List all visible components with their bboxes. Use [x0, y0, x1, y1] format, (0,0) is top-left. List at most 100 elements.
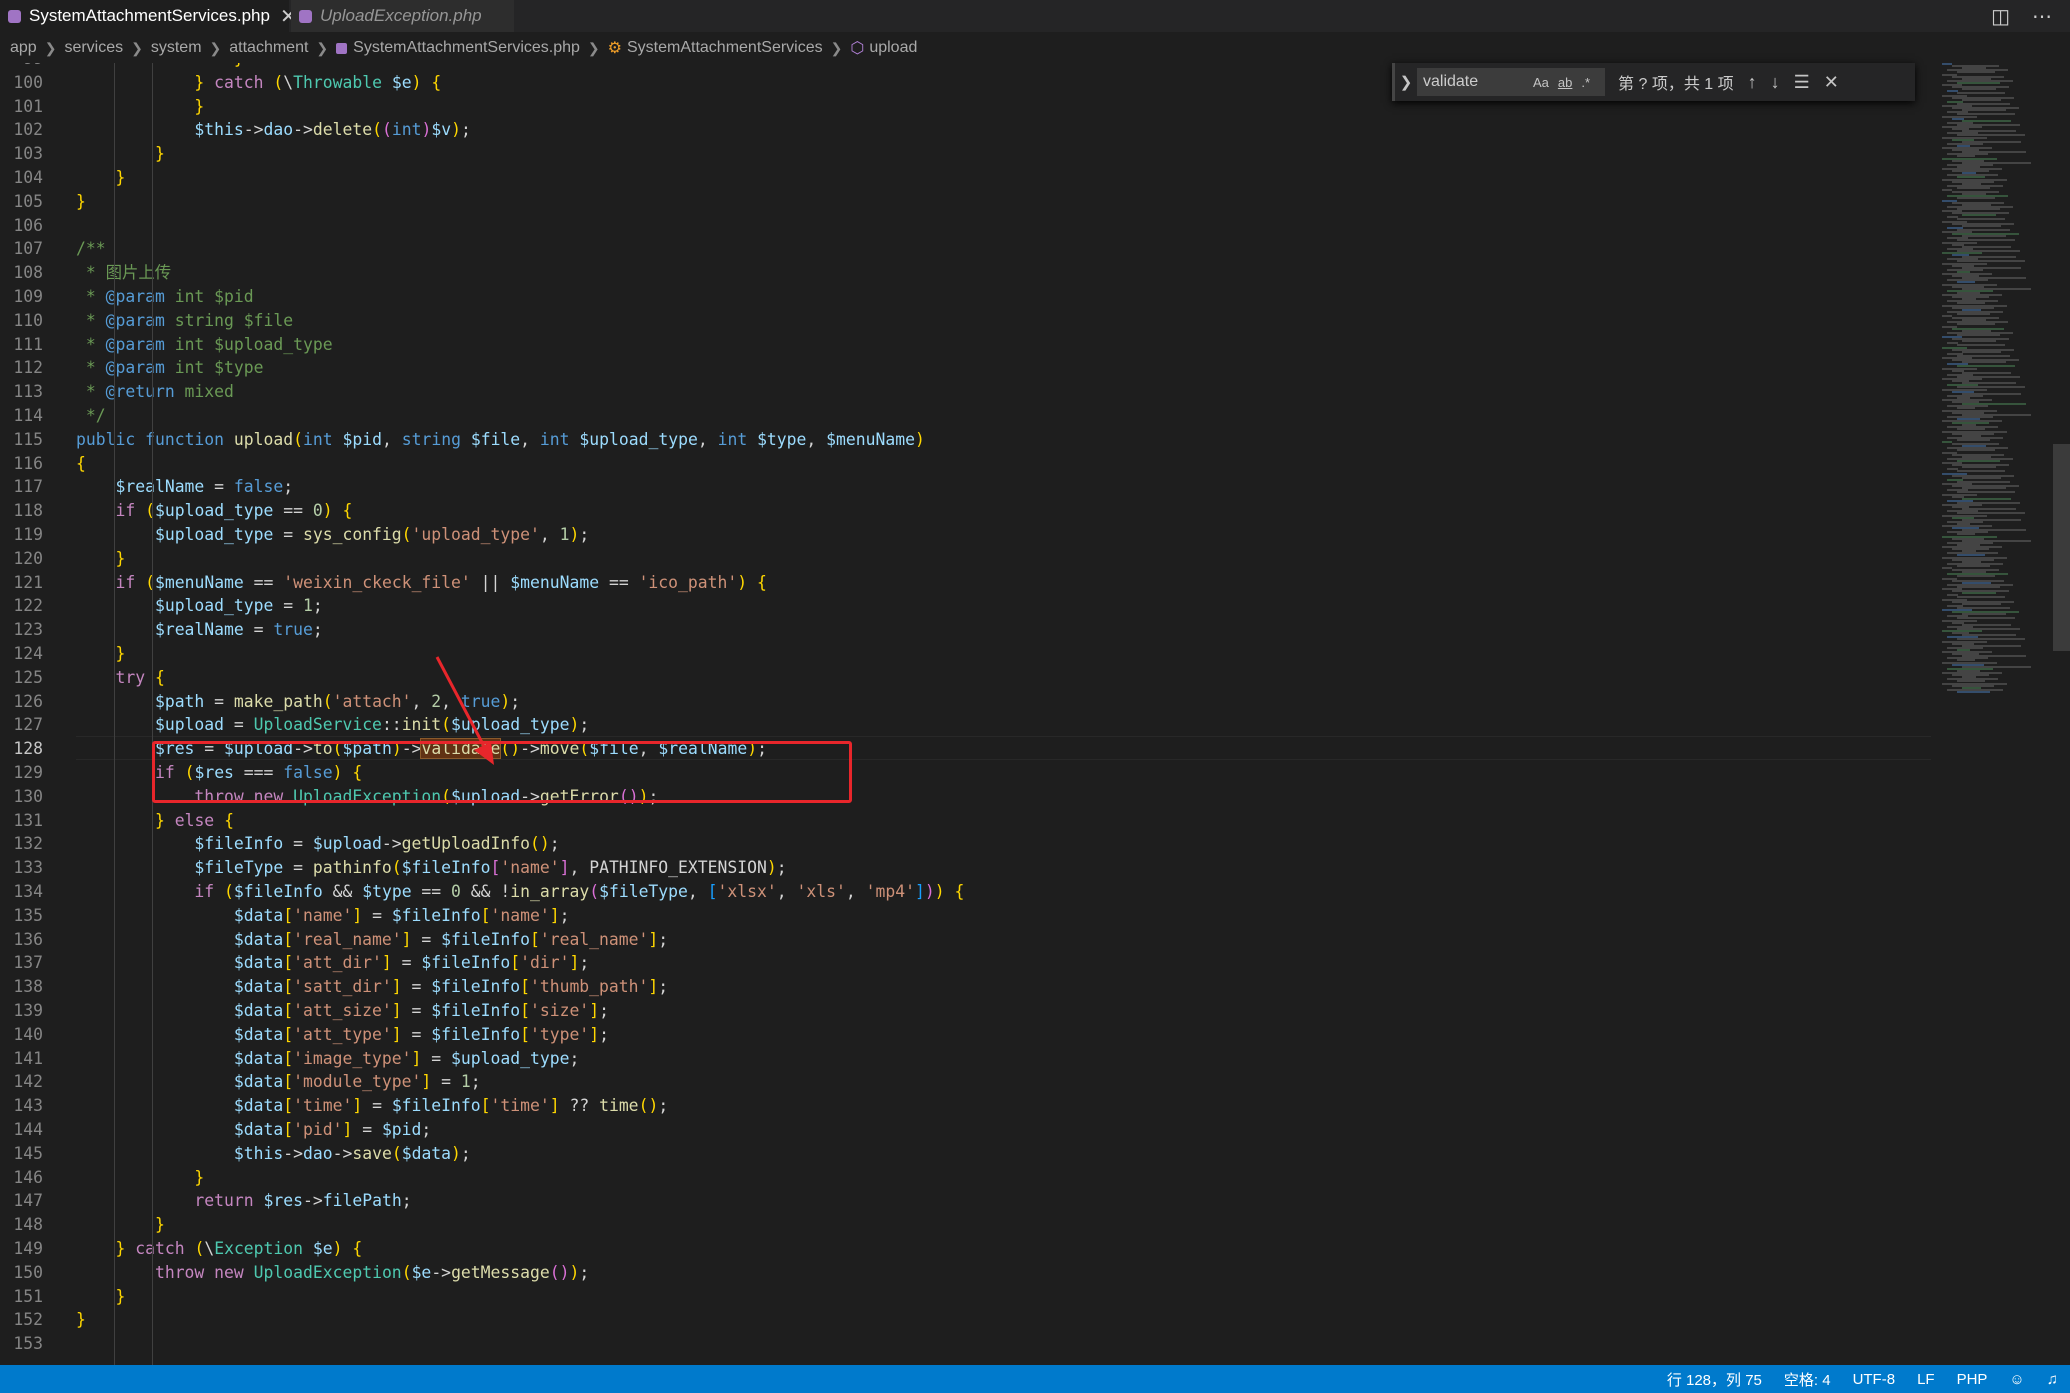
code-line[interactable]: 138 $data['satt_dir'] = $fileInfo['thumb…: [0, 975, 1940, 999]
code-line[interactable]: 141 $data['image_type'] = $upload_type;: [0, 1047, 1940, 1071]
code-text: }: [115, 1286, 126, 1306]
minimap[interactable]: [1940, 63, 2055, 1365]
notifications-bell-icon[interactable]: ♫: [2047, 1371, 2058, 1388]
split-editor-icon[interactable]: ◫: [1991, 4, 2010, 29]
tab-system-attachment-services[interactable]: SystemAttachmentServices.php ✕: [0, 0, 297, 32]
code-line[interactable]: 144 $data['pid'] = $pid;: [0, 1118, 1940, 1142]
code-line[interactable]: 147 return $res->filePath;: [0, 1189, 1940, 1213]
find-in-selection-icon[interactable]: ☰: [1794, 72, 1810, 93]
code-line[interactable]: 128 $res = $upload->to($path)->validate(…: [0, 736, 1940, 761]
code-line[interactable]: 124 }: [0, 642, 1940, 666]
line-number: 103: [13, 144, 43, 164]
code-line[interactable]: 103 }: [0, 142, 1940, 166]
code-line[interactable]: 110 * @param string $file: [0, 309, 1940, 333]
code-line[interactable]: 117 $realName = false;: [0, 475, 1940, 499]
code-line[interactable]: 153: [0, 1332, 1940, 1356]
code-text: } else {: [154, 810, 234, 830]
code-line[interactable]: 122 $upload_type = 1;: [0, 594, 1940, 618]
code-line[interactable]: 142 $data['module_type'] = 1;: [0, 1070, 1940, 1094]
code-line[interactable]: 132 $fileInfo = $upload->getUploadInfo()…: [0, 832, 1940, 856]
more-actions-icon[interactable]: ⋯: [2032, 4, 2052, 29]
code-line[interactable]: 137 $data['att_dir'] = $fileInfo['dir'];: [0, 951, 1940, 975]
code-editor[interactable]: 99 }100 } catch (\Throwable $e) {101 }10…: [0, 63, 1940, 1365]
code-line[interactable]: 118 if ($upload_type == 0) {: [0, 499, 1940, 523]
breadcrumb-item[interactable]: app: [10, 39, 37, 57]
code-line[interactable]: 107 /**: [0, 237, 1940, 261]
tab-upload-exception[interactable]: UploadException.php: [291, 0, 514, 32]
code-text: $this->dao->save($data);: [233, 1143, 471, 1163]
line-number: 138: [13, 977, 43, 997]
line-number: 141: [13, 1048, 43, 1068]
code-line[interactable]: 111 * @param int $upload_type: [0, 333, 1940, 357]
whole-word-icon[interactable]: ab: [1558, 75, 1572, 90]
vertical-scrollbar[interactable]: [2053, 444, 2070, 651]
line-number: 99: [0, 63, 43, 71]
breadcrumb-item[interactable]: system: [151, 39, 202, 57]
code-text: $data['name'] = $fileInfo['name'];: [233, 905, 570, 925]
line-number: 101: [13, 96, 43, 116]
breadcrumb-item[interactable]: attachment: [229, 39, 308, 57]
match-case-icon[interactable]: Aa: [1533, 75, 1549, 90]
code-line[interactable]: 145 $this->dao->save($data);: [0, 1142, 1940, 1166]
code-line[interactable]: 135 $data['name'] = $fileInfo['name'];: [0, 904, 1940, 928]
code-line[interactable]: 150 throw new UploadException($e->getMes…: [0, 1261, 1940, 1285]
code-line[interactable]: 134 if ($fileInfo && $type == 0 && !in_a…: [0, 880, 1940, 904]
code-line[interactable]: 102 $this->dao->delete((int)$v);: [0, 118, 1940, 142]
code-line[interactable]: 127 $upload = UploadService::init($uploa…: [0, 713, 1940, 737]
feedback-icon[interactable]: ☺: [2009, 1371, 2024, 1388]
code-line[interactable]: 131 } else {: [0, 809, 1940, 833]
regex-icon[interactable]: .*: [1581, 75, 1590, 90]
code-line[interactable]: 112 * @param int $type: [0, 356, 1940, 380]
code-line[interactable]: 129 if ($res === false) {: [0, 761, 1940, 785]
indentation[interactable]: 空格: 4: [1784, 1369, 1831, 1390]
code-line[interactable]: 104 }: [0, 166, 1940, 190]
code-text: }: [76, 191, 86, 211]
cursor-position[interactable]: 行 128，列 75: [1667, 1369, 1762, 1390]
chevron-right-icon: ❯: [830, 39, 843, 56]
code-line[interactable]: 106: [0, 214, 1940, 238]
line-number: 121: [13, 572, 43, 592]
code-line[interactable]: 105}: [0, 190, 1940, 214]
match-count: 第 ? 项，共 1 项: [1618, 76, 1734, 93]
code-text: * 图片上传: [76, 263, 172, 283]
code-text: $realName = false;: [115, 477, 294, 497]
code-line[interactable]: 108 * 图片上传: [0, 261, 1940, 285]
code-line[interactable]: 149 } catch (\Exception $e) {: [0, 1237, 1940, 1261]
previous-match-icon[interactable]: ↑: [1748, 72, 1757, 93]
breadcrumb-item[interactable]: SystemAttachmentServices: [627, 39, 823, 57]
code-line[interactable]: 119 $upload_type = sys_config('upload_ty…: [0, 523, 1940, 547]
code-line[interactable]: 140 $data['att_type'] = $fileInfo['type'…: [0, 1023, 1940, 1047]
breadcrumb-item[interactable]: SystemAttachmentServices.php: [353, 39, 580, 57]
code-line[interactable]: 139 $data['att_size'] = $fileInfo['size'…: [0, 999, 1940, 1023]
code-line[interactable]: 133 $fileType = pathinfo($fileInfo['name…: [0, 856, 1940, 880]
next-match-icon[interactable]: ↓: [1771, 72, 1780, 93]
toggle-replace-icon[interactable]: ❯: [1395, 73, 1417, 91]
code-line[interactable]: 126 $path = make_path('attach', 2, true)…: [0, 690, 1940, 714]
language-mode[interactable]: PHP: [1957, 1371, 1988, 1388]
code-line[interactable]: 121 if ($menuName == 'weixin_ckeck_file'…: [0, 571, 1940, 595]
encoding[interactable]: UTF-8: [1853, 1371, 1896, 1388]
minimap-line: [1957, 323, 1995, 326]
breadcrumb-item[interactable]: upload: [869, 39, 917, 57]
code-line[interactable]: 109 * @param int $pid: [0, 285, 1940, 309]
code-line[interactable]: 148 }: [0, 1213, 1940, 1237]
code-line[interactable]: 151 }: [0, 1285, 1940, 1309]
code-line[interactable]: 113 * @return mixed: [0, 380, 1940, 404]
end-of-line[interactable]: LF: [1917, 1371, 1935, 1388]
code-line[interactable]: 146 }: [0, 1166, 1940, 1190]
breadcrumb-item[interactable]: services: [64, 39, 123, 57]
minimap-line: [1942, 567, 1952, 569]
code-line[interactable]: 136 $data['real_name'] = $fileInfo['real…: [0, 928, 1940, 952]
code-line[interactable]: 143 $data['time'] = $fileInfo['time'] ??…: [0, 1094, 1940, 1118]
code-line[interactable]: 120 }: [0, 547, 1940, 571]
code-line[interactable]: 123 $realName = true;: [0, 618, 1940, 642]
code-line[interactable]: 115 public function upload(int $pid, stri…: [0, 428, 1940, 452]
line-number: 144: [13, 1120, 43, 1139]
code-line[interactable]: 116 {: [0, 452, 1940, 476]
code-line[interactable]: 114 */: [0, 404, 1940, 428]
code-line[interactable]: 130 throw new UploadException($upload->g…: [0, 785, 1940, 809]
line-number: 124: [13, 644, 43, 663]
code-line[interactable]: 125 try {: [0, 666, 1940, 690]
code-line[interactable]: 152}: [0, 1308, 1940, 1332]
close-find-icon[interactable]: ✕: [1824, 72, 1839, 93]
